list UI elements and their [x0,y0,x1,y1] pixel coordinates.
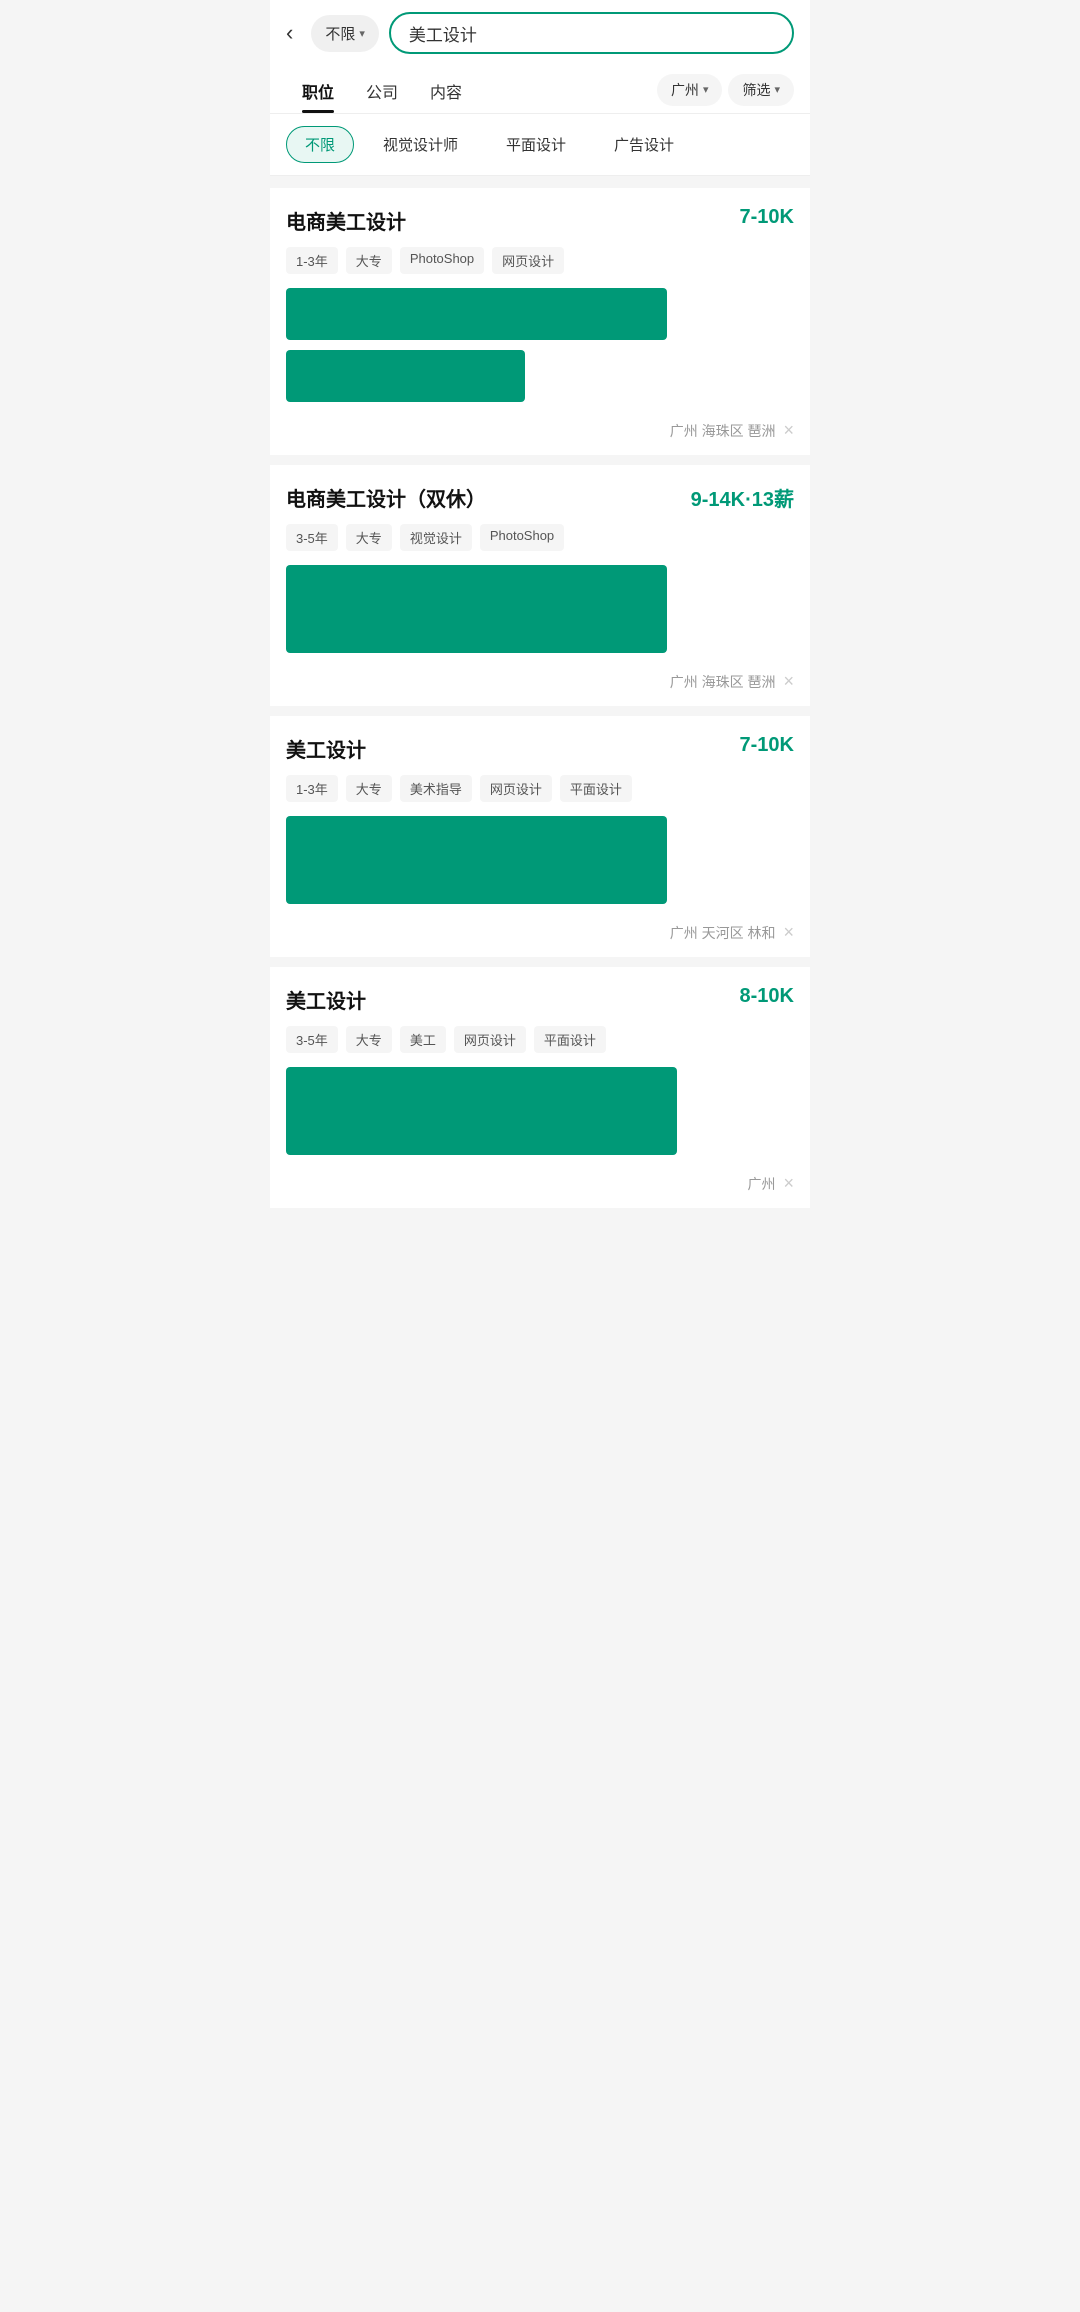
job-tag: PhotoShop [480,524,564,551]
location-label: 不限 [325,23,355,44]
company-image-1b [286,350,525,402]
job-footer-4: 广州 × [286,1165,794,1208]
job-tags-4: 3-5年 大专 美工 网页设计 平面设计 [286,1026,794,1053]
category-item-ad[interactable]: 广告设计 [595,126,693,163]
job-header-2: 电商美工设计（双休） 9-14K·13薪 [286,483,794,512]
category-item-graphic[interactable]: 平面设计 [487,126,585,163]
job-tag: 大专 [346,1026,392,1053]
job-footer-2: 广州 海珠区 琶洲 × [286,663,794,706]
job-card-1[interactable]: 电商美工设计 7-10K 1-3年 大专 PhotoShop 网页设计 广州 海… [270,188,810,455]
tab-jobs[interactable]: 职位 [286,66,350,113]
job-tag: 网页设计 [480,775,552,802]
job-location-2: 广州 海珠区 琶洲 [670,672,776,692]
job-tag: 3-5年 [286,524,338,551]
job-tag: 网页设计 [454,1026,526,1053]
job-tag: 1-3年 [286,247,338,274]
filter-label: 筛选 [742,80,770,100]
job-salary-1: 7-10K [740,206,794,229]
job-tag: 网页设计 [492,247,564,274]
job-header-1: 电商美工设计 7-10K [286,206,794,235]
company-image-2 [286,565,667,653]
job-salary-3: 7-10K [740,734,794,757]
job-header-4: 美工设计 8-10K [286,985,794,1014]
header: ‹ 不限 ▾ [270,0,810,66]
filter-button[interactable]: 筛选 ▾ [728,74,794,106]
close-icon-3[interactable]: × [783,922,794,943]
tab-content[interactable]: 内容 [414,66,478,113]
company-image-3 [286,816,667,904]
category-item-all[interactable]: 不限 [286,126,354,163]
job-location-3: 广州 天河区 林和 [670,923,776,943]
job-location-4: 广州 [747,1174,775,1194]
job-tag: 平面设计 [534,1026,606,1053]
back-button[interactable]: ‹ [286,16,301,50]
job-footer-3: 广州 天河区 林和 × [286,914,794,957]
job-tag: 3-5年 [286,1026,338,1053]
job-tag: 美工 [400,1026,446,1053]
job-tag: PhotoShop [400,247,484,274]
close-icon-2[interactable]: × [783,671,794,692]
job-tags-3: 1-3年 大专 美术指导 网页设计 平面设计 [286,775,794,802]
job-footer-1: 广州 海珠区 琶洲 × [286,412,794,455]
job-title-2: 电商美工设计（双休） [286,483,486,512]
job-salary-4: 8-10K [740,985,794,1008]
job-tag: 平面设计 [560,775,632,802]
job-title-1: 电商美工设计 [286,206,406,235]
job-tags-1: 1-3年 大专 PhotoShop 网页设计 [286,247,794,274]
job-card-2[interactable]: 电商美工设计（双休） 9-14K·13薪 3-5年 大专 视觉设计 PhotoS… [270,465,810,706]
category-bar: 不限 视觉设计师 平面设计 广告设计 [270,114,810,176]
search-input[interactable] [409,23,774,43]
job-tag: 大专 [346,775,392,802]
job-tag: 视觉设计 [400,524,472,551]
job-card-3[interactable]: 美工设计 7-10K 1-3年 大专 美术指导 网页设计 平面设计 广州 天河区… [270,716,810,957]
location-selector[interactable]: 不限 ▾ [311,15,379,52]
search-box[interactable] [389,12,794,54]
job-title-4: 美工设计 [286,985,366,1014]
close-icon-1[interactable]: × [783,420,794,441]
job-tag: 大专 [346,247,392,274]
city-filter-button[interactable]: 广州 ▾ [657,74,723,106]
job-salary-2: 9-14K·13薪 [691,483,794,512]
city-arrow-icon: ▾ [703,83,709,96]
location-arrow-icon: ▾ [359,27,365,40]
job-header-3: 美工设计 7-10K [286,734,794,763]
city-label: 广州 [671,80,699,100]
job-tag: 美术指导 [400,775,472,802]
job-tags-2: 3-5年 大专 视觉设计 PhotoShop [286,524,794,551]
tab-company[interactable]: 公司 [350,66,414,113]
close-icon-4[interactable]: × [783,1173,794,1194]
category-item-visual[interactable]: 视觉设计师 [364,126,477,163]
job-tag: 大专 [346,524,392,551]
filter-arrow-icon: ▾ [774,83,780,96]
job-tag: 1-3年 [286,775,338,802]
job-location-1: 广州 海珠区 琶洲 [670,421,776,441]
job-title-3: 美工设计 [286,734,366,763]
company-image-4 [286,1067,677,1155]
job-card-4[interactable]: 美工设计 8-10K 3-5年 大专 美工 网页设计 平面设计 广州 × [270,967,810,1208]
tabs-bar: 职位 公司 内容 广州 ▾ 筛选 ▾ [270,66,810,114]
company-image-1 [286,288,667,340]
job-list: 电商美工设计 7-10K 1-3年 大专 PhotoShop 网页设计 广州 海… [270,176,810,1220]
